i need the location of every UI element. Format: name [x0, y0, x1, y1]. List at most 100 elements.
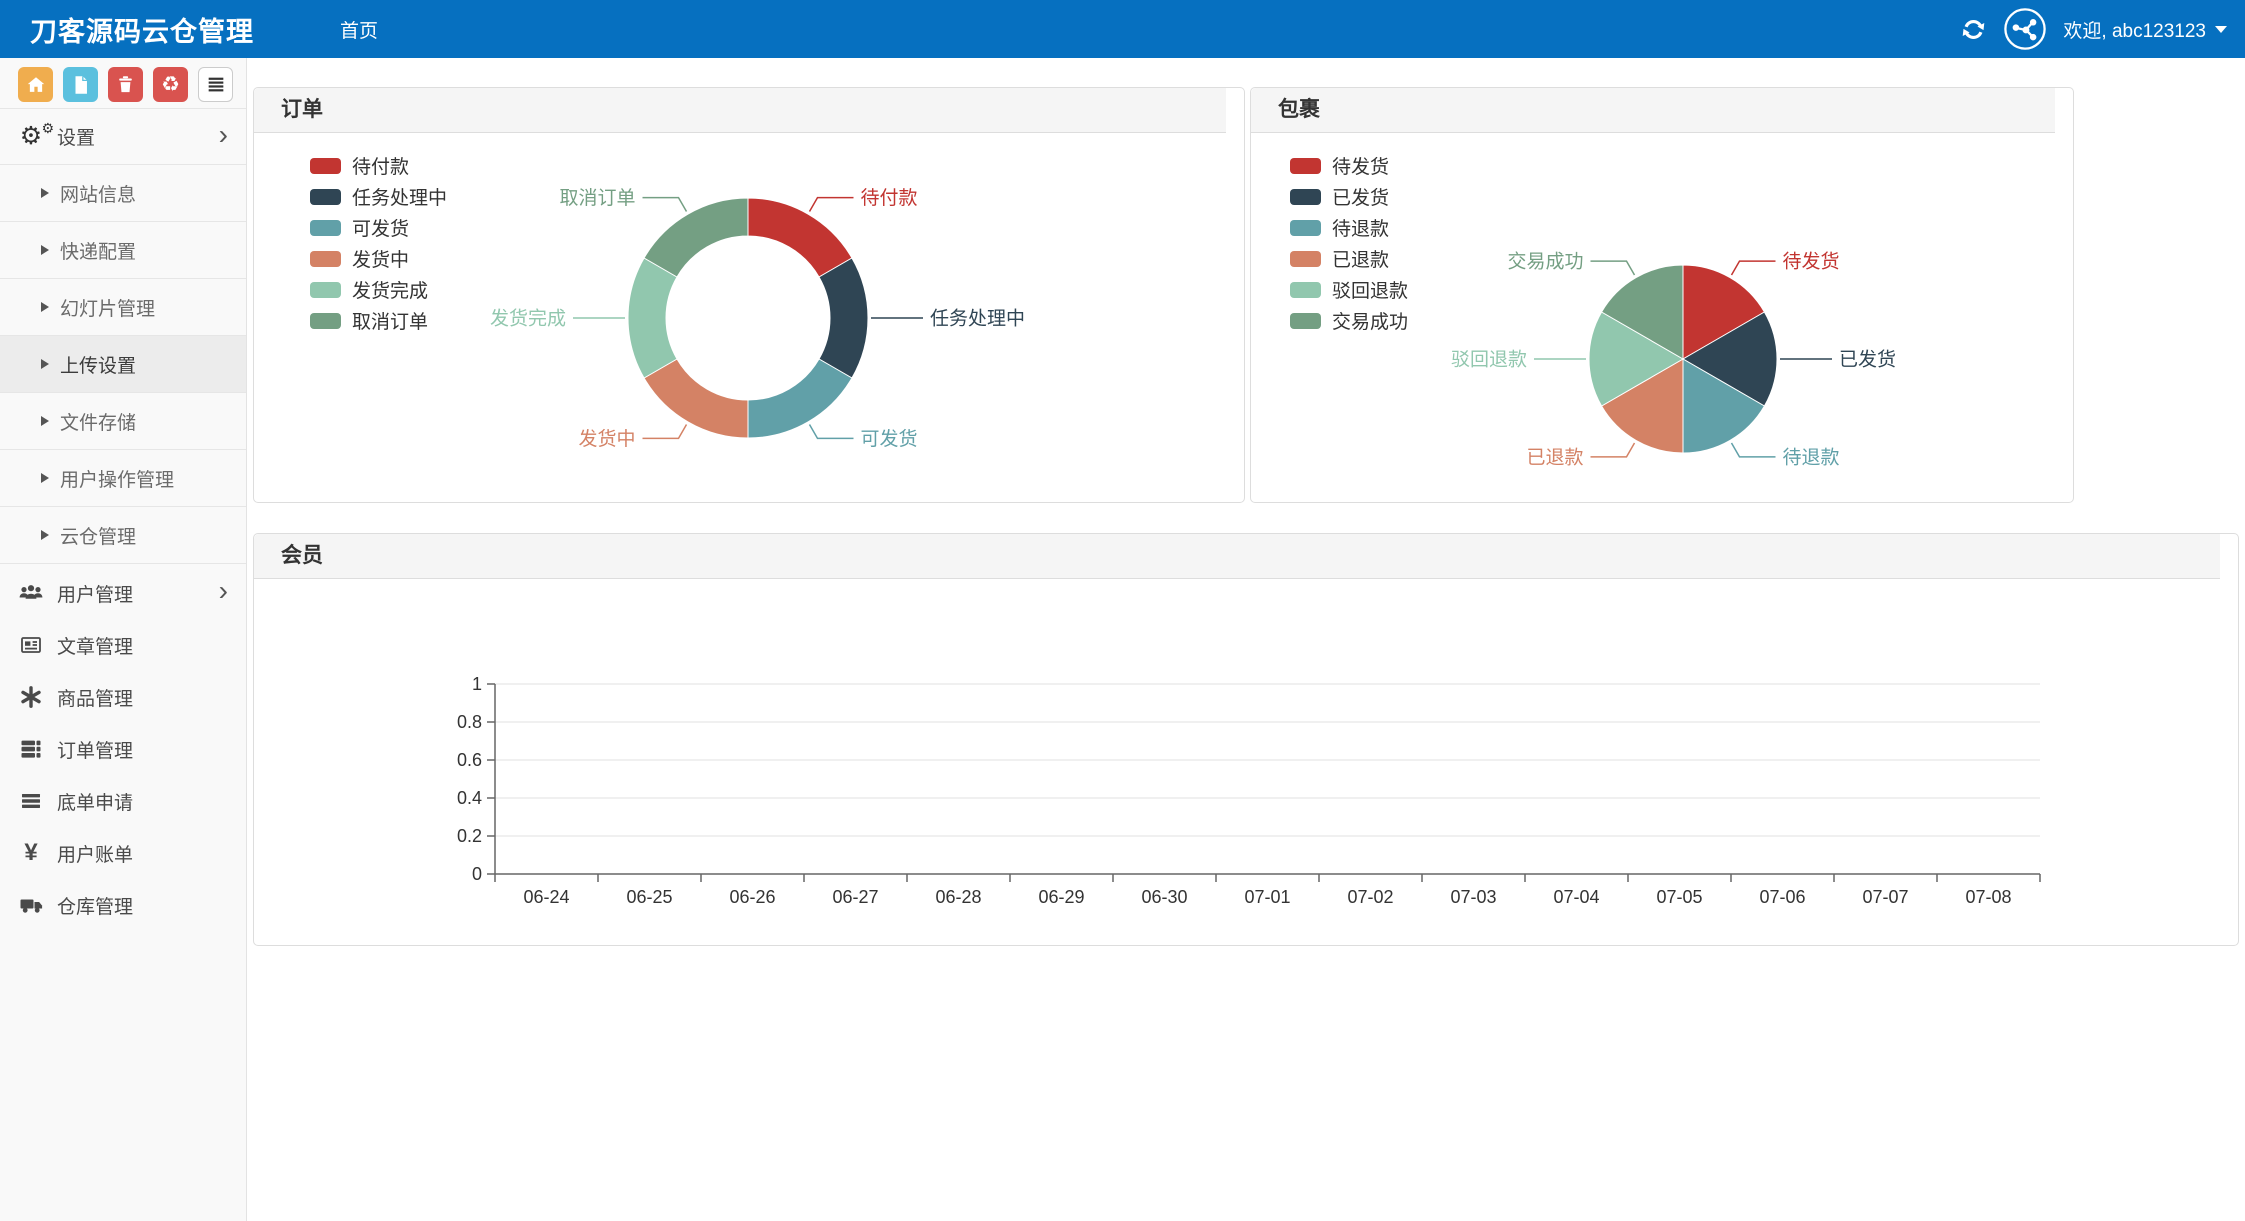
- x-tick-label: 07-08: [1965, 887, 2011, 907]
- legend-swatch: [1290, 313, 1321, 329]
- x-tick-label: 06-30: [1141, 887, 1187, 907]
- caret-right-icon: [41, 188, 49, 198]
- legend-swatch: [1290, 158, 1321, 174]
- sidebar-item-label: 商品管理: [57, 684, 133, 711]
- truck-icon: [15, 893, 47, 917]
- legend-swatch: [310, 282, 341, 298]
- home-button[interactable]: [18, 67, 53, 102]
- pie-label: 取消订单: [559, 187, 635, 209]
- legend-item[interactable]: 待付款: [310, 150, 447, 181]
- caret-right-icon: [41, 302, 49, 312]
- legend-label: 任务处理中: [352, 183, 447, 210]
- legend-swatch: [1290, 220, 1321, 236]
- x-tick-label: 07-05: [1656, 887, 1702, 907]
- legend-item[interactable]: 交易成功: [1290, 305, 1408, 336]
- sidebar-item-user-mgmt[interactable]: 用户管理 ›: [0, 567, 246, 619]
- trash-button[interactable]: [108, 67, 143, 102]
- legend-label: 待退款: [1332, 214, 1389, 241]
- legend-item[interactable]: 取消订单: [310, 305, 447, 336]
- sidebar-item-cloud-warehouse[interactable]: 云仓管理: [0, 507, 246, 564]
- sidebar-item-user-bill[interactable]: ¥ 用户账单: [0, 827, 246, 879]
- x-tick-label: 07-01: [1244, 887, 1290, 907]
- orders-panel-body: 待付款任务处理中可发货发货中发货完成取消订单 待付款任务处理中可发货发货中发货完…: [254, 133, 1244, 502]
- legend-label: 发货中: [352, 245, 409, 272]
- sidebar-item-file-storage[interactable]: 文件存储: [0, 393, 246, 450]
- packages-panel-title: 包裹: [1278, 98, 1320, 121]
- x-tick-label: 07-07: [1862, 887, 1908, 907]
- sidebar-item-article-mgmt[interactable]: 文章管理: [0, 619, 246, 671]
- server-icon: [15, 737, 47, 761]
- members-panel-title: 会员: [281, 544, 323, 567]
- sidebar-item-upload-settings[interactable]: 上传设置: [0, 336, 246, 393]
- sidebar-item-slideshow[interactable]: 幻灯片管理: [0, 279, 246, 336]
- file-icon: [70, 74, 92, 96]
- sidebar-item-express-config[interactable]: 快递配置: [0, 222, 246, 279]
- legend-item[interactable]: 待退款: [1290, 212, 1408, 243]
- file-button[interactable]: [63, 67, 98, 102]
- sidebar-item-user-ops[interactable]: 用户操作管理: [0, 450, 246, 507]
- y-tick-label: 0.8: [457, 712, 482, 732]
- members-panel-body: 00.20.40.60.8106-2406-2506-2606-2706-280…: [254, 579, 2238, 945]
- welcome-text: 欢迎, abc123123: [2063, 16, 2206, 43]
- x-tick-label: 07-03: [1450, 887, 1496, 907]
- legend-swatch: [310, 313, 341, 329]
- legend-item[interactable]: 驳回退款: [1290, 274, 1408, 305]
- legend-label: 已发货: [1332, 183, 1389, 210]
- pie-slice[interactable]: [644, 359, 748, 438]
- legend-item[interactable]: 发货完成: [310, 274, 447, 305]
- pie-slice[interactable]: [748, 198, 852, 277]
- x-tick-label: 06-26: [729, 887, 775, 907]
- legend-item[interactable]: 已退款: [1290, 243, 1408, 274]
- list-button[interactable]: [198, 67, 233, 102]
- packages-legend: 待发货已发货待退款已退款驳回退款交易成功: [1290, 150, 1408, 336]
- avatar[interactable]: [2003, 7, 2047, 51]
- pie-label: 交易成功: [1507, 251, 1583, 273]
- sidebar-item-product-mgmt[interactable]: 商品管理: [0, 671, 246, 723]
- legend-swatch: [1290, 189, 1321, 205]
- nav-item-home[interactable]: 首页: [340, 16, 378, 43]
- pie-slice[interactable]: [644, 198, 748, 277]
- legend-item[interactable]: 发货中: [310, 243, 447, 274]
- legend-swatch: [310, 158, 341, 174]
- users-icon: [15, 581, 47, 605]
- sidebar-item-label: 底单申请: [57, 788, 133, 815]
- sidebar-item-receipt-request[interactable]: 底单申请: [0, 775, 246, 827]
- sidebar-item-settings[interactable]: ⚙⚙ 设置 ›: [0, 108, 246, 165]
- legend-item[interactable]: 待发货: [1290, 150, 1408, 181]
- y-tick-label: 0: [472, 864, 482, 884]
- pie-label: 待发货: [1783, 251, 1840, 273]
- sidebar-item-label: 用户管理: [57, 580, 133, 607]
- cogs-icon: ⚙⚙: [15, 124, 47, 149]
- members-panel-heading: 会员: [254, 534, 2220, 579]
- pie-label: 任务处理中: [930, 308, 1025, 330]
- pie-label-line: [1591, 443, 1635, 457]
- pie-label: 驳回退款: [1451, 349, 1527, 371]
- sidebar-item-label: 用户账单: [57, 840, 133, 867]
- user-dropdown[interactable]: 欢迎, abc123123: [2063, 16, 2227, 43]
- legend-label: 可发货: [352, 214, 409, 241]
- pie-slice[interactable]: [819, 258, 868, 378]
- sidebar-item-site-info[interactable]: 网站信息: [0, 165, 246, 222]
- members-panel: 会员 00.20.40.60.8106-2406-2506-2606-2706-…: [253, 533, 2239, 946]
- legend-swatch: [310, 220, 341, 236]
- pie-slice[interactable]: [628, 258, 677, 378]
- sidebar-item-warehouse-mgmt[interactable]: 仓库管理: [0, 879, 246, 931]
- legend-swatch: [310, 251, 341, 267]
- x-tick-label: 06-27: [832, 887, 878, 907]
- recycle-button[interactable]: ♻: [153, 67, 188, 102]
- pie-label: 发货完成: [490, 308, 566, 330]
- pie-slice[interactable]: [748, 359, 852, 438]
- pie-label: 待退款: [1783, 446, 1840, 468]
- legend-label: 取消订单: [352, 307, 428, 334]
- legend-item[interactable]: 已发货: [1290, 181, 1408, 212]
- pie-label: 已退款: [1526, 446, 1583, 468]
- sidebar-toolbar: ♻: [0, 58, 246, 102]
- refresh-icon[interactable]: [1960, 16, 1987, 43]
- pie-label-line: [1732, 443, 1776, 457]
- sidebar-item-order-mgmt[interactable]: 订单管理: [0, 723, 246, 775]
- legend-item[interactable]: 可发货: [310, 212, 447, 243]
- legend-swatch: [310, 189, 341, 205]
- legend-item[interactable]: 任务处理中: [310, 181, 447, 212]
- caret-right-icon: [41, 245, 49, 255]
- sidebar-item-label: 文章管理: [57, 632, 133, 659]
